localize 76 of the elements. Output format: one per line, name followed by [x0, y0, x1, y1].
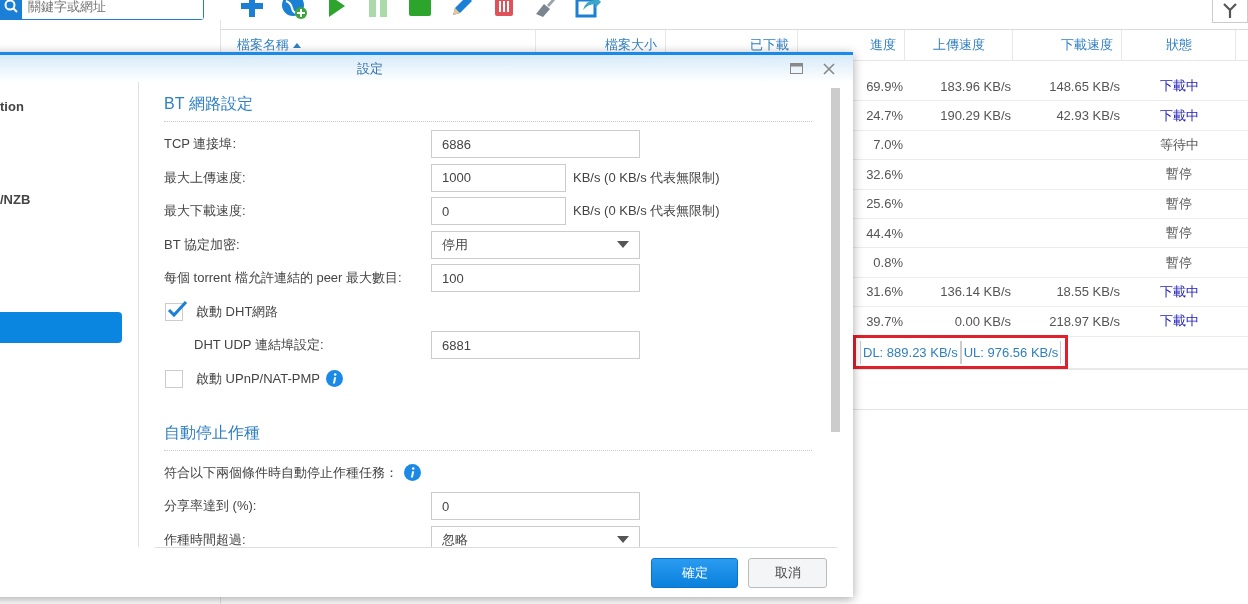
- info-icon[interactable]: [326, 370, 343, 387]
- download-speed: DL: 889.23 KB/s: [860, 340, 961, 364]
- status-text: 下載中: [1159, 77, 1199, 96]
- cancel-button[interactable]: 取消: [748, 557, 827, 588]
- status-text: 下載中: [1159, 106, 1199, 125]
- info-icon[interactable]: [404, 464, 421, 481]
- table-cell: 0.00 KB/s: [954, 313, 1011, 329]
- field-label: 最大下載速度:: [164, 202, 247, 220]
- filter-icon: [1222, 2, 1238, 18]
- close-icon: [823, 63, 835, 75]
- field-label: TCP 連接埠:: [164, 135, 237, 153]
- table-cell: 44.4%: [866, 225, 903, 241]
- input-field[interactable]: 100: [431, 264, 640, 292]
- nav-item[interactable]: tion: [0, 91, 122, 122]
- sort-icon: [293, 42, 301, 48]
- field-label: 作種時間超過:: [164, 530, 247, 547]
- search-field[interactable]: 關鍵字或網址: [0, 0, 204, 20]
- table-cell: 42.93 KB/s: [1056, 108, 1120, 124]
- nav-item[interactable]: /NZB: [0, 184, 122, 215]
- column-header[interactable]: 狀態: [1122, 30, 1236, 60]
- input-field[interactable]: 0: [431, 197, 566, 225]
- description-text: 符合以下兩個條件時自動停止作種任務：: [164, 463, 398, 482]
- input-field[interactable]: 6886: [431, 130, 640, 158]
- field-label: 最大上傳速度:: [164, 168, 247, 187]
- dropdown[interactable]: 停用: [431, 230, 640, 259]
- table-cell: 24.7%: [866, 108, 903, 124]
- input-field[interactable]: 0: [431, 492, 640, 520]
- input-field[interactable]: 6881: [431, 331, 640, 359]
- field-label: 分享率達到 (%):: [164, 497, 258, 515]
- caret-icon: [617, 536, 629, 543]
- column-header[interactable]: 下載速度: [1013, 30, 1122, 60]
- checkbox-label: 啟動 DHT網路: [196, 302, 279, 321]
- field-label: DHT UDP 連結埠設定:: [193, 336, 325, 354]
- scrollbar-thumb[interactable]: [831, 88, 840, 432]
- dialog-title: 設定: [357, 59, 383, 78]
- plus-icon[interactable]: [238, 0, 266, 20]
- confirm-button[interactable]: 確定: [651, 557, 738, 588]
- table-cell: 136.14 KB/s: [940, 284, 1011, 300]
- table-cell: 7.0%: [873, 137, 903, 153]
- status-text: 下載中: [1159, 312, 1199, 331]
- status-text: 暫停: [1166, 253, 1192, 272]
- search-icon: [4, 0, 18, 13]
- dropdown[interactable]: 忽略: [431, 525, 640, 547]
- input-field[interactable]: 1000: [431, 163, 566, 192]
- status-text: 暫停: [1166, 165, 1192, 184]
- share-icon[interactable]: [574, 0, 602, 20]
- table-cell: 218.97 KB/s: [1049, 313, 1120, 329]
- unit-hint: KB/s (0 KB/s 代表無限制): [573, 168, 720, 187]
- table-cell: 148.65 KB/s: [1049, 78, 1120, 94]
- upload-speed: UL: 976.56 KB/s: [960, 340, 1062, 364]
- caret-icon: [617, 241, 629, 248]
- maximize-icon: [790, 63, 803, 74]
- checkbox[interactable]: [165, 369, 183, 388]
- field-label: BT 協定加密:: [164, 235, 241, 254]
- table-cell: 31.6%: [866, 284, 903, 300]
- status-text: 暫停: [1166, 224, 1192, 243]
- unit-hint: KB/s (0 KB/s 代表無限制): [573, 202, 720, 220]
- status-text: 暫停: [1166, 194, 1192, 213]
- table-cell: 0.8%: [873, 255, 903, 271]
- field-label: 每個 torrent 檔允許連結的 peer 最大數目:: [164, 269, 403, 287]
- table-cell: 190.29 KB/s: [940, 108, 1011, 124]
- table-cell: 18.55 KB/s: [1056, 284, 1120, 300]
- table-cell: 39.7%: [866, 313, 903, 329]
- checkbox-label: 啟動 UPnP/NAT-PMP: [196, 369, 320, 388]
- close-button[interactable]: [821, 61, 837, 77]
- table-cell: 32.6%: [866, 166, 903, 182]
- globe-plus-icon[interactable]: [280, 0, 308, 20]
- maximize-button[interactable]: [788, 61, 805, 76]
- section-heading: BT 網路設定: [164, 82, 812, 122]
- table-cell: 69.9%: [866, 78, 903, 94]
- column-header[interactable]: 上傳速度: [905, 30, 1013, 60]
- table-cell: 25.6%: [866, 196, 903, 212]
- status-text: 等待中: [1159, 135, 1199, 154]
- section-heading: 自動停止作種: [164, 410, 812, 451]
- status-text: 下載中: [1159, 282, 1199, 301]
- table-cell: 183.96 KB/s: [940, 78, 1011, 94]
